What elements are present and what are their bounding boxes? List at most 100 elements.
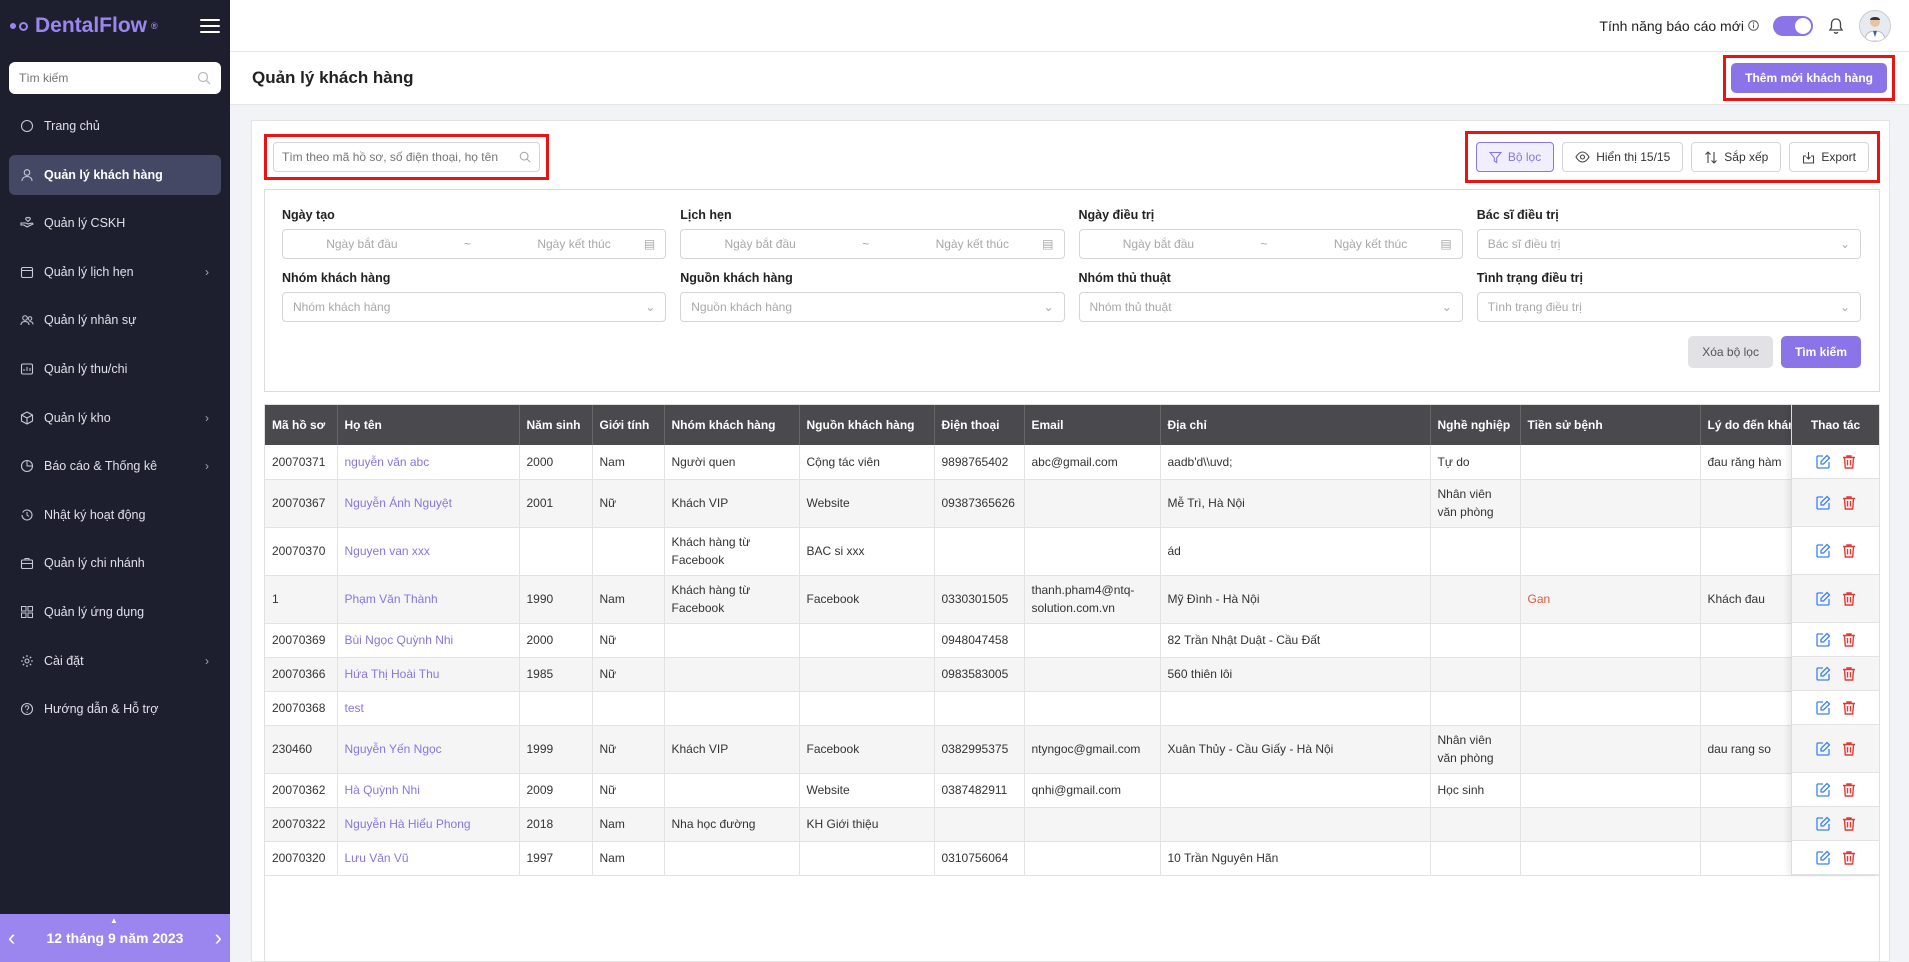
- trash-icon[interactable]: [1841, 816, 1857, 832]
- sidebar-search[interactable]: [9, 62, 221, 94]
- procedure-select[interactable]: Nhóm thủ thuật ⌄: [1078, 292, 1463, 322]
- sidebar-item-2[interactable]: Quản lý CSKH: [9, 203, 221, 243]
- edit-icon[interactable]: [1815, 666, 1831, 682]
- user-avatar[interactable]: [1859, 9, 1891, 42]
- column-header[interactable]: Giới tính: [592, 405, 665, 445]
- table-row[interactable]: 20070320 Lưu Văn Vũ 1997 Nam 0310756064 10 Tr…: [265, 841, 1879, 876]
- trash-icon[interactable]: [1841, 782, 1857, 798]
- table-row[interactable]: 1 Phạm Văn Thành 1990 Nam Khách hàng từ Face…: [265, 575, 1879, 624]
- edit-icon[interactable]: [1815, 700, 1831, 716]
- table-row[interactable]: 20070370 Nguyen van xxx Khách hàng từ Face…: [265, 527, 1879, 576]
- current-date[interactable]: 12 tháng 9 năm 2023: [47, 930, 184, 946]
- edit-icon[interactable]: [1815, 543, 1831, 559]
- column-header[interactable]: Năm sinh: [519, 405, 593, 445]
- sidebar-item-8[interactable]: Nhật ký hoạt động: [9, 495, 221, 535]
- column-header[interactable]: Nhóm khách hàng: [664, 405, 800, 445]
- edit-icon[interactable]: [1815, 741, 1831, 757]
- new-report-toggle[interactable]: [1773, 15, 1813, 36]
- add-customer-button[interactable]: Thêm mới khách hàng: [1731, 63, 1887, 93]
- column-header[interactable]: Nghề nghiệp: [1430, 405, 1521, 445]
- sidebar-item-5[interactable]: Quản lý thu/chi: [9, 349, 221, 389]
- customer-search-input[interactable]: [282, 150, 502, 164]
- trash-icon[interactable]: [1841, 666, 1857, 682]
- trash-icon[interactable]: [1841, 543, 1857, 559]
- edit-icon[interactable]: [1815, 591, 1831, 607]
- column-header[interactable]: Điện thoại: [934, 405, 1025, 445]
- expand-up-icon[interactable]: ▲: [110, 916, 118, 925]
- created-date-range[interactable]: Ngày bắt đầu ~ Ngày kết thúc ▤: [282, 229, 667, 259]
- sidebar-item-6[interactable]: Quản lý kho ›: [9, 398, 221, 438]
- table-row[interactable]: 20070371 nguyễn văn abc 2000 Nam Người quen C…: [265, 445, 1879, 480]
- hamburger-menu-icon[interactable]: [200, 19, 220, 33]
- sidebar-item-1[interactable]: Quản lý khách hàng: [9, 154, 221, 195]
- display-columns-button[interactable]: Hiển thị 15/15: [1562, 142, 1684, 172]
- table-row[interactable]: 230460 Nguyễn Yến Ngọc 1999 Nữ Khách VIP Face…: [265, 725, 1879, 774]
- edit-icon[interactable]: [1815, 850, 1831, 866]
- prev-day-icon[interactable]: ‹: [8, 927, 15, 949]
- treatment-date-range[interactable]: Ngày bắt đầu ~ Ngày kết thúc ▤: [1078, 229, 1463, 259]
- trash-icon[interactable]: [1841, 454, 1857, 470]
- column-header[interactable]: Địa chỉ: [1160, 405, 1431, 445]
- table-row[interactable]: 20070369 Bùi Ngọc Quỳnh Nhi 2000 Nữ 09480474…: [265, 623, 1879, 658]
- appointment-start[interactable]: Ngày bắt đầu: [724, 237, 795, 251]
- created-start[interactable]: Ngày bắt đầu: [326, 237, 397, 251]
- sidebar-item-11[interactable]: Cài đặt ›: [9, 641, 221, 681]
- customer-name-link[interactable]: Nguyễn Hà Hiểu Phong: [337, 807, 520, 842]
- doctor-select[interactable]: Bác sĩ điều trị ⌄: [1476, 229, 1861, 259]
- customer-search[interactable]: [273, 142, 540, 172]
- apply-filter-button[interactable]: Tìm kiếm: [1780, 336, 1861, 368]
- customer-name-link[interactable]: Nguyễn Ánh Nguyệt: [337, 479, 520, 528]
- customer-name-link[interactable]: Phạm Văn Thành: [337, 575, 520, 624]
- filter-button[interactable]: Bộ lọc: [1475, 142, 1555, 172]
- sidebar-item-7[interactable]: Báo cáo & Thống kê ›: [9, 446, 221, 486]
- trash-icon[interactable]: [1841, 632, 1857, 648]
- column-header[interactable]: Tiền sử bệnh: [1520, 405, 1701, 445]
- trash-icon[interactable]: [1841, 700, 1857, 716]
- customer-name-link[interactable]: Bùi Ngọc Quỳnh Nhi: [337, 623, 520, 658]
- treatment-start[interactable]: Ngày bắt đầu: [1123, 237, 1194, 251]
- appointment-end[interactable]: Ngày kết thúc: [936, 237, 1009, 251]
- next-day-icon[interactable]: ›: [215, 927, 222, 949]
- column-header[interactable]: Mã hồ sơ: [265, 405, 338, 445]
- app-logo[interactable]: DentalFlow ®: [10, 14, 158, 38]
- trash-icon[interactable]: [1841, 850, 1857, 866]
- sidebar-item-3[interactable]: Quản lý lịch hẹn ›: [9, 252, 221, 292]
- edit-icon[interactable]: [1815, 495, 1831, 511]
- customer-name-link[interactable]: Nguyễn Yến Ngọc: [337, 725, 520, 774]
- edit-icon[interactable]: [1815, 632, 1831, 648]
- sidebar-item-10[interactable]: Quản lý ứng dụng: [9, 592, 221, 632]
- column-header[interactable]: Nguồn khách hàng: [799, 405, 935, 445]
- sidebar-search-input[interactable]: [19, 71, 169, 85]
- customer-name-link[interactable]: nguyễn văn abc: [337, 445, 520, 480]
- customer-name-link[interactable]: Nguyen van xxx: [337, 527, 520, 576]
- bell-icon[interactable]: [1827, 17, 1845, 35]
- customer-name-link[interactable]: Lưu Văn Vũ: [337, 841, 520, 876]
- customer-name-link[interactable]: Hà Quỳnh Nhi: [337, 773, 520, 808]
- customer-name-link[interactable]: test: [337, 691, 520, 726]
- table-row[interactable]: 20070362 Hà Quỳnh Nhi 2009 Nữ Website 0387482…: [265, 773, 1879, 808]
- sort-button[interactable]: Sắp xếp: [1691, 142, 1782, 172]
- column-header[interactable]: Email: [1024, 405, 1161, 445]
- created-end[interactable]: Ngày kết thúc: [537, 237, 610, 251]
- table-row[interactable]: 20070322 Nguyễn Hà Hiểu Phong 2018 Nam Nha h…: [265, 807, 1879, 842]
- table-row[interactable]: 20070367 Nguyễn Ánh Nguyệt 2001 Nữ Khách VIP…: [265, 479, 1879, 528]
- sidebar-item-0[interactable]: Trang chủ: [9, 106, 221, 146]
- trash-icon[interactable]: [1841, 495, 1857, 511]
- appointment-date-range[interactable]: Ngày bắt đầu ~ Ngày kết thúc ▤: [680, 229, 1065, 259]
- info-icon[interactable]: [1748, 20, 1759, 31]
- trash-icon[interactable]: [1841, 591, 1857, 607]
- status-select[interactable]: Tình trạng điều trị ⌄: [1476, 292, 1861, 322]
- table-row[interactable]: 20070366 Hứa Thị Hoài Thu 1985 Nữ 0983583005…: [265, 657, 1879, 692]
- table-row[interactable]: 20070368 test: [265, 691, 1879, 726]
- group-select[interactable]: Nhóm khách hàng ⌄: [282, 292, 667, 322]
- sidebar-item-4[interactable]: Quản lý nhân sự: [9, 300, 221, 340]
- treatment-end[interactable]: Ngày kết thúc: [1334, 237, 1407, 251]
- export-button[interactable]: Export: [1789, 142, 1869, 172]
- sidebar-item-9[interactable]: Quản lý chi nhánh: [9, 543, 221, 583]
- column-header[interactable]: Họ tên: [337, 405, 520, 445]
- customer-table-wrapper[interactable]: Mã hồ sơ Họ tên Năm sinh Giới tính Nhóm khác…: [264, 404, 1880, 961]
- edit-icon[interactable]: [1815, 816, 1831, 832]
- edit-icon[interactable]: [1815, 782, 1831, 798]
- sidebar-item-12[interactable]: Hướng dẫn & Hỗ trợ: [9, 689, 221, 729]
- clear-filter-button[interactable]: Xóa bộ lọc: [1688, 336, 1773, 368]
